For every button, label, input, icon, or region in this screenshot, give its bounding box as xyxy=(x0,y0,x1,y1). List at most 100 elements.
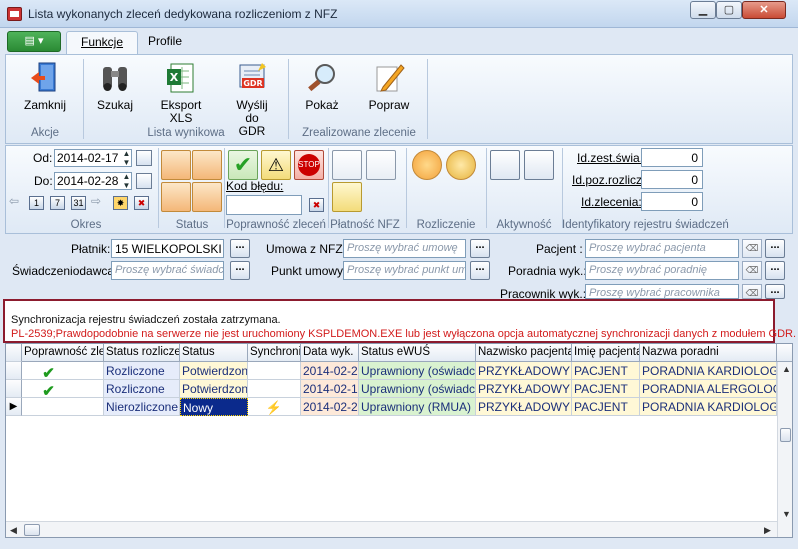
ewus-cell[interactable]: Uprawniony (oświadcz.) xyxy=(359,380,476,398)
id-zest-input[interactable]: 0 xyxy=(641,148,703,167)
id-zlecenia-input[interactable]: 0 xyxy=(641,192,703,211)
popraw-button[interactable]: Popraw xyxy=(368,61,410,112)
warning-icon[interactable]: ⚠ xyxy=(261,150,291,180)
close-button[interactable]: ✕ xyxy=(742,1,786,19)
imie-cell[interactable]: PACJENT xyxy=(572,362,640,380)
umowa-select-button[interactable]: ... xyxy=(470,239,490,258)
row-header[interactable] xyxy=(6,380,22,398)
poradnia-cell[interactable]: PORADNIA ALERGOLOGICZNA xyxy=(640,380,777,398)
status-rozliczenia-cell[interactable]: Nierozliczone xyxy=(104,398,180,416)
app-menu-button[interactable]: ▤ ▾ xyxy=(7,31,61,52)
forward-arrow-icon[interactable]: ⇨ xyxy=(91,194,101,208)
imie-cell[interactable]: PACJENT xyxy=(572,398,640,416)
status-cell[interactable]: Potwierdzony xyxy=(180,380,248,398)
sync-cell[interactable] xyxy=(248,362,301,380)
horizontal-scroll-thumb[interactable] xyxy=(24,524,40,536)
scroll-left-arrow-icon[interactable]: ◀ xyxy=(10,525,17,536)
punkt-combo[interactable]: Proszę wybrać punkt umo... xyxy=(343,261,466,280)
pracownik-combo[interactable]: Proszę wybrać pracownika xyxy=(585,284,739,299)
nazwisko-cell[interactable]: PRZYKŁADOWY xyxy=(476,380,572,398)
col-header-synchronizacja[interactable]: Synchronizacja xyxy=(248,344,301,362)
do-spin-icon[interactable]: ▲ ▼ xyxy=(121,172,132,190)
col-header-imie[interactable]: Imię pacjenta xyxy=(572,344,640,362)
calendar-icon[interactable] xyxy=(136,173,152,189)
pracownik-select-button[interactable]: ... xyxy=(765,284,785,299)
nfz-partial-icon[interactable] xyxy=(332,182,362,212)
id-poz-input[interactable]: 0 xyxy=(641,170,703,189)
ewus-cell[interactable]: Uprawniony (RMUA) xyxy=(359,398,476,416)
current-row-indicator-icon[interactable]: ▶ xyxy=(6,398,22,416)
nazwisko-cell[interactable]: PRZYKŁADOWY xyxy=(476,362,572,380)
col-header-status[interactable]: Status xyxy=(180,344,248,362)
tab-profile[interactable]: Profile xyxy=(134,31,196,54)
checkmark-icon[interactable]: ✔ xyxy=(228,150,258,180)
data-wyk-cell[interactable]: 2014-02-20 xyxy=(301,398,359,416)
nfz-unpaid-icon[interactable] xyxy=(366,150,396,180)
poradnia-cell[interactable]: PORADNIA KARDIOLOGICZNA xyxy=(640,362,777,380)
data-wyk-cell[interactable]: 2014-02-17 xyxy=(301,380,359,398)
table-row[interactable]: ✔ Rozliczone Potwierdzony 2014-02-20 Upr… xyxy=(6,362,792,380)
clear-error-icon[interactable]: ✖ xyxy=(309,198,324,212)
stop-icon[interactable]: STOP xyxy=(294,150,324,180)
day-1-icon[interactable]: 1 xyxy=(29,196,44,210)
pacjent-clear-icon[interactable]: ⌫ xyxy=(742,239,762,258)
back-arrow-icon[interactable]: ⇦ xyxy=(9,194,19,208)
calendar-icon[interactable] xyxy=(136,150,152,166)
punkt-select-button[interactable]: ... xyxy=(470,261,490,280)
pacjent-select-button[interactable]: ... xyxy=(765,239,785,258)
week-7-icon[interactable]: 7 xyxy=(50,196,65,210)
tab-funkcje[interactable]: Funkcje xyxy=(66,31,139,54)
col-header-nazwisko[interactable]: Nazwisko pacjenta xyxy=(476,344,572,362)
lightning-icon[interactable]: ⚡ xyxy=(248,398,301,416)
active-records-icon[interactable] xyxy=(490,150,520,180)
col-header-status-rozliczenia[interactable]: Status rozliczenia xyxy=(104,344,180,362)
eksport-xls-button[interactable]: X Eksport XLS xyxy=(148,61,214,125)
col-header-data-wyk[interactable]: Data wyk. xyxy=(301,344,359,362)
col-header-poprawnosc[interactable]: Poprawność zleceń xyxy=(22,344,104,362)
status-rozliczenia-cell[interactable]: Rozliczone xyxy=(104,362,180,380)
imie-cell[interactable]: PACJENT xyxy=(572,380,640,398)
zamknij-button[interactable]: Zamknij xyxy=(21,61,69,112)
status-cell[interactable]: Potwierdzony xyxy=(180,362,248,380)
maximize-button[interactable]: ▢ xyxy=(716,1,742,19)
status-filter-icon[interactable] xyxy=(192,150,222,180)
poradnia-select-button[interactable]: ... xyxy=(765,261,785,280)
pracownik-clear-icon[interactable]: ⌫ xyxy=(742,284,762,299)
status-filter-icon[interactable] xyxy=(161,150,191,180)
kod-bledu-input[interactable] xyxy=(226,195,302,215)
row-header[interactable] xyxy=(6,362,22,380)
umowa-combo[interactable]: Proszę wybrać umowę xyxy=(343,239,466,258)
minimize-button[interactable]: ▁ xyxy=(690,1,716,19)
clear-icon[interactable]: ✖ xyxy=(134,196,149,210)
col-header-nazwa-poradni[interactable]: Nazwa poradni xyxy=(640,344,777,362)
scroll-up-arrow-icon[interactable]: ▲ xyxy=(782,364,791,374)
pokaz-button[interactable]: Pokaż xyxy=(301,61,343,112)
data-wyk-cell[interactable]: 2014-02-20 xyxy=(301,362,359,380)
horizontal-scrollbar[interactable]: ◀ ▶ xyxy=(6,521,777,537)
szukaj-button[interactable]: Szukaj xyxy=(94,61,136,112)
od-spin-icon[interactable]: ▲ ▼ xyxy=(121,149,132,167)
star-icon[interactable]: ✸ xyxy=(113,196,128,210)
platnik-combo[interactable]: 15 WIELKOPOLSKI OW xyxy=(111,239,224,258)
inactive-records-icon[interactable] xyxy=(524,150,554,180)
table-row[interactable]: ✔ Rozliczone Potwierdzony 2014-02-17 Upr… xyxy=(6,380,792,398)
scroll-right-arrow-icon[interactable]: ▶ xyxy=(764,525,771,536)
status-rozliczenia-cell[interactable]: Rozliczone xyxy=(104,380,180,398)
platnik-select-button[interactable]: ... xyxy=(230,239,250,258)
swiadczeniodawca-select-button[interactable]: ... xyxy=(230,261,250,280)
month-31-icon[interactable]: 31 xyxy=(71,196,86,210)
table-row-selected[interactable]: ▶ Nierozliczone Nowy ⚡ 2014-02-20 Uprawn… xyxy=(6,398,792,416)
vertical-scrollbar[interactable]: ▲ ▼ xyxy=(777,362,792,537)
nazwisko-cell[interactable]: PRZYKŁADOWY xyxy=(476,398,572,416)
swiadczeniodawca-combo[interactable]: Proszę wybrać świadcz... xyxy=(111,261,224,280)
col-header-status-ewus[interactable]: Status eWUŚ xyxy=(359,344,476,362)
sync-cell[interactable] xyxy=(248,380,301,398)
poradnia-clear-icon[interactable]: ⌫ xyxy=(742,261,762,280)
settlement-cancel-icon[interactable] xyxy=(412,150,442,180)
status-filter-icon[interactable] xyxy=(192,182,222,212)
status-filter-icon[interactable] xyxy=(161,182,191,212)
pacjent-combo[interactable]: Proszę wybrać pacjenta xyxy=(585,239,739,258)
poradnia-cell[interactable]: PORADNIA KARDIOLOGICZNA xyxy=(640,398,777,416)
vertical-scroll-thumb[interactable] xyxy=(780,428,791,442)
nfz-paid-icon[interactable] xyxy=(332,150,362,180)
